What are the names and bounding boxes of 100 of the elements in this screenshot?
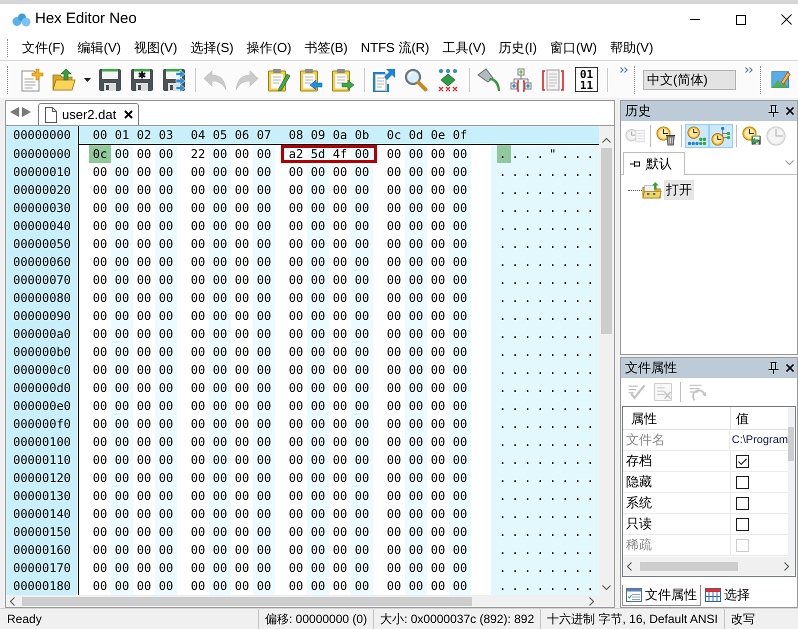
scroll-left-icon[interactable] — [10, 596, 15, 606]
hex-byte: 00 — [449, 307, 471, 325]
document-tab[interactable]: user2.dat — [38, 103, 140, 125]
offset-cell: 00000050 — [6, 235, 78, 253]
hex-byte: 00 — [190, 506, 206, 523]
close-icon[interactable] — [124, 110, 134, 119]
hex-byte: 00 — [449, 541, 471, 559]
menu-item[interactable]: 操作(O) — [240, 38, 298, 58]
tab-scroll-left-icon[interactable] — [10, 107, 19, 117]
menu-item[interactable]: NTFS 流(R) — [354, 38, 436, 58]
menu-item[interactable]: 工具(V) — [436, 38, 492, 58]
hex-byte: 00 — [307, 253, 329, 271]
menu-item[interactable]: 帮助(V) — [604, 38, 660, 58]
scroll-right-icon[interactable] — [589, 596, 594, 606]
hex-byte: 00 — [111, 505, 133, 523]
hex-byte: 00 — [332, 560, 348, 577]
menu-item[interactable]: 选择(S) — [184, 38, 240, 58]
hex-byte: 00 — [234, 380, 250, 397]
hex-byte: 00 — [190, 362, 206, 379]
close-icon[interactable] — [786, 107, 794, 115]
hex-byte: 00 — [234, 416, 250, 433]
hex-byte: 00 — [155, 415, 177, 433]
ascii-text: ........ — [491, 487, 599, 505]
offset-cell: 000000b0 — [6, 343, 78, 361]
vertical-scrollbar[interactable] — [788, 407, 795, 557]
hex-byte: 00 — [253, 415, 275, 433]
menu-item[interactable]: 编辑(V) — [72, 38, 127, 58]
hex-byte: 00 — [155, 199, 177, 217]
hex-byte: 00 — [111, 469, 133, 487]
hex-byte: 00 — [332, 308, 348, 325]
hex-byte: 00 — [430, 182, 446, 199]
scrollbar-thumb[interactable] — [601, 148, 612, 334]
hex-byte: 00 — [386, 380, 402, 397]
hex-byte: 00 — [253, 181, 275, 199]
scrollbar-thumb[interactable] — [22, 596, 472, 606]
horizontal-scrollbar[interactable] — [6, 595, 614, 607]
hex-byte: 00 — [449, 577, 471, 595]
hex-byte: 00 — [332, 434, 348, 451]
hex-byte: 00 — [92, 344, 108, 361]
history-entry[interactable]: 打开 — [664, 180, 694, 200]
checkbox[interactable] — [736, 454, 749, 468]
hex-byte: 00 — [405, 487, 427, 505]
menu-item[interactable]: 窗口(W) — [544, 38, 603, 58]
hex-byte: 00 — [351, 343, 373, 361]
hex-byte: 00 — [288, 200, 304, 217]
hex-byte: 00 — [155, 253, 177, 271]
hex-byte: 00 — [351, 148, 373, 160]
hex-byte: 00 — [449, 451, 471, 469]
tab-scroll-right-icon[interactable] — [22, 107, 31, 117]
history-tab[interactable]: 默认 — [623, 152, 685, 175]
language-select[interactable]: 中文(简体) — [643, 70, 736, 90]
chevron-down-icon[interactable] — [785, 160, 794, 165]
scroll-down-icon[interactable] — [602, 585, 611, 590]
maximize-icon — [736, 14, 746, 24]
panel-tab[interactable]: 选择 — [701, 585, 754, 606]
ascii-text: ........ — [491, 415, 599, 433]
column-header: 0e — [430, 127, 446, 144]
offset-cell: 00000180 — [6, 577, 78, 595]
menu-item[interactable]: 历史(I) — [492, 38, 543, 58]
double-chevron-icon[interactable] — [745, 67, 753, 73]
hex-byte: 00 — [155, 577, 177, 595]
hex-byte: 00 — [449, 343, 471, 361]
hex-byte: 00 — [386, 362, 402, 379]
hex-byte: 00 — [234, 506, 250, 523]
scrollbar-thumb[interactable] — [788, 427, 794, 461]
hex-byte: 00 — [136, 488, 152, 505]
hex-byte: 00 — [332, 506, 348, 523]
hex-byte: 00 — [155, 433, 177, 451]
checkbox[interactable] — [736, 476, 749, 488]
hex-byte: 00 — [209, 559, 231, 577]
offset-cell: 00000010 — [6, 163, 78, 181]
panel-tab[interactable]: 文件属性 — [622, 585, 701, 606]
vertical-scrollbar[interactable] — [599, 126, 614, 595]
hex-byte: 00 — [92, 488, 108, 505]
double-chevron-icon[interactable] — [620, 67, 628, 73]
number-base-button[interactable]: 01 11 — [575, 67, 598, 92]
scroll-left-icon[interactable] — [627, 562, 632, 571]
hex-byte: 00 — [92, 434, 108, 451]
menu-item[interactable]: 书签(B) — [298, 38, 354, 58]
scroll-up-icon[interactable] — [602, 138, 611, 143]
hex-byte: 00 — [136, 398, 152, 415]
picture-pencil-icon[interactable] — [771, 70, 791, 90]
pin-icon[interactable] — [768, 105, 779, 117]
scrollbar-thumb[interactable] — [640, 562, 738, 571]
checkbox[interactable] — [736, 518, 749, 530]
menu-item[interactable]: 文件(F) — [16, 38, 71, 58]
hex-byte: 00 — [92, 308, 108, 325]
hex-byte: 00 — [111, 559, 133, 577]
status-message: Ready — [6, 611, 43, 628]
hex-byte: 00 — [351, 325, 373, 343]
hex-byte: 00 — [351, 235, 373, 253]
close-icon[interactable] — [786, 364, 794, 372]
hex-byte: 00 — [307, 307, 329, 325]
scroll-right-icon[interactable] — [784, 562, 789, 571]
menu-item[interactable]: 视图(V) — [128, 38, 184, 58]
hex-byte: 00 — [234, 254, 250, 271]
ascii-text: ........ — [491, 307, 599, 325]
horizontal-scrollbar[interactable] — [623, 557, 795, 576]
pin-icon[interactable] — [768, 362, 779, 374]
checkbox[interactable] — [736, 496, 749, 510]
